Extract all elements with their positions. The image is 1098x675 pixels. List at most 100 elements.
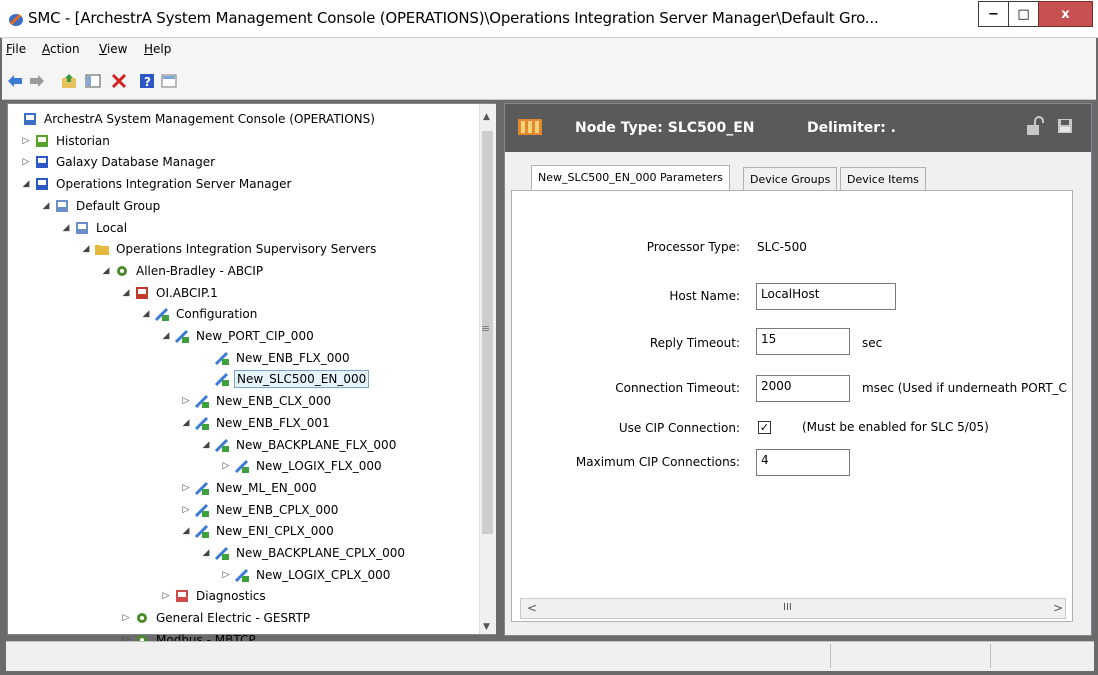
- collapse-arrow-icon[interactable]: ◢: [160, 331, 172, 341]
- tab-device-groups[interactable]: Device Groups: [743, 167, 838, 191]
- expand-arrow-icon[interactable]: ▷: [220, 461, 232, 471]
- expand-arrow-icon[interactable]: ▷: [180, 505, 192, 515]
- expand-arrow-icon[interactable]: ▷: [20, 157, 32, 167]
- expand-arrow-icon[interactable]: ▷: [120, 613, 132, 623]
- menu-view[interactable]: View: [99, 42, 127, 56]
- device-icon: [214, 437, 230, 453]
- node-type-icon: [518, 119, 542, 135]
- forward-arrow-icon[interactable]: [28, 72, 46, 90]
- close-button[interactable]: x: [1038, 1, 1093, 27]
- historian-icon: [34, 133, 50, 149]
- tree-item[interactable]: ◢ Configuration: [140, 303, 259, 325]
- tree-item[interactable]: ◢ Local: [60, 217, 129, 239]
- tree-item[interactable]: ▷ New_LOGIX_CPLX_000: [220, 564, 392, 586]
- tree-item[interactable]: ◢ Operations Integration Supervisory Serv…: [80, 238, 378, 260]
- collapse-arrow-icon[interactable]: ◢: [80, 244, 92, 254]
- tree-item[interactable]: ▷ Diagnostics: [160, 585, 268, 607]
- minimize-button[interactable]: −: [978, 1, 1008, 27]
- tree-item[interactable]: ▷ New_LOGIX_FLX_000: [220, 455, 384, 477]
- tree-item[interactable]: ◢ New_PORT_CIP_000: [160, 325, 316, 347]
- tree-item-label: New_ENB_FLX_000: [236, 350, 350, 365]
- collapse-arrow-icon[interactable]: ◢: [180, 418, 192, 428]
- tree-item[interactable]: ▷ New_ML_EN_000: [180, 477, 319, 499]
- reply-timeout-field[interactable]: 15: [756, 328, 850, 355]
- host-name-field[interactable]: LocalHost: [756, 283, 896, 310]
- tree-item[interactable]: ◢ New_BACKPLANE_CPLX_000: [200, 542, 407, 564]
- collapse-arrow-icon[interactable]: ◢: [20, 179, 32, 189]
- tab-parameters[interactable]: New_SLC500_EN_000 Parameters: [531, 165, 730, 192]
- tree-item[interactable]: ◢ Allen-Bradley - ABCIP: [100, 260, 265, 282]
- use-cip-checkbox[interactable]: ✓: [758, 421, 771, 434]
- toolbar: ?: [2, 60, 1096, 100]
- delete-icon[interactable]: [110, 72, 128, 90]
- tree-item[interactable]: ◢ OI.ABCIP.1: [120, 282, 220, 304]
- expand-arrow-icon[interactable]: ▷: [180, 483, 192, 493]
- node-type-label: Node Type: SLC500_EN: [575, 120, 755, 136]
- tree-item-label: Operations Integration Server Manager: [56, 177, 292, 192]
- tree-item-label: New_ENB_FLX_001: [216, 415, 330, 430]
- expand-arrow-icon[interactable]: ▷: [220, 570, 232, 580]
- collapse-arrow-icon[interactable]: ◢: [60, 223, 72, 233]
- tree-item[interactable]: ◢ New_BACKPLANE_FLX_000: [200, 434, 398, 456]
- save-icon[interactable]: [1057, 118, 1073, 134]
- tree-item[interactable]: ▷ General Electric - GESRTP: [120, 607, 312, 629]
- up-folder-icon[interactable]: [60, 72, 78, 90]
- device-icon: [194, 480, 210, 496]
- tree-item-label: Historian: [56, 133, 110, 148]
- help-icon[interactable]: ?: [138, 72, 156, 90]
- tree-item[interactable]: ◢ Operations Integration Server Manager: [20, 173, 294, 195]
- collapse-arrow-icon[interactable]: ◢: [40, 201, 52, 211]
- tree-item-label: New_PORT_CIP_000: [196, 329, 314, 343]
- properties-icon[interactable]: [160, 72, 178, 90]
- menu-help[interactable]: Help: [144, 42, 171, 56]
- scroll-up-arrow-icon[interactable]: ▲: [483, 112, 490, 122]
- collapse-arrow-icon[interactable]: ◢: [140, 309, 152, 319]
- scroll-down-arrow-icon[interactable]: ▼: [483, 622, 490, 632]
- collapse-arrow-icon[interactable]: ◢: [120, 288, 132, 298]
- group-icon: [54, 198, 70, 214]
- tree-item[interactable]: ▷ Galaxy Database Manager: [20, 151, 217, 173]
- tree-item-label: Operations Integration Supervisory Serve…: [116, 242, 377, 257]
- tree-item[interactable]: ◢ Default Group: [40, 195, 162, 217]
- expand-arrow-icon[interactable]: ▷: [180, 396, 192, 406]
- max-cip-connections-field[interactable]: 4: [756, 449, 850, 476]
- use-cip-label: Use CIP Connection:: [618, 421, 740, 435]
- tree-item[interactable]: ArchestrA System Management Console (OPE…: [8, 108, 377, 130]
- tree-item[interactable]: ▷ New_ENB_CLX_000: [180, 390, 333, 412]
- collapse-arrow-icon[interactable]: ◢: [200, 440, 212, 450]
- archestra-logo-icon: [9, 13, 23, 26]
- scroll-right-arrow-icon[interactable]: >: [1053, 601, 1063, 615]
- collapse-arrow-icon[interactable]: ◢: [180, 526, 192, 536]
- menu-action[interactable]: Action: [42, 42, 80, 56]
- tab-device-items[interactable]: Device Items: [840, 167, 926, 191]
- tree-item-label: General Electric - GESRTP: [156, 611, 311, 626]
- node-header: Node Type: SLC500_EN Delimiter: .: [505, 104, 1091, 152]
- tree-item-label: Allen-Bradley - ABCIP: [136, 263, 264, 278]
- menu-file[interactable]: File: [6, 42, 26, 56]
- expand-arrow-icon[interactable]: ▷: [160, 591, 172, 601]
- details-horizontal-scrollbar[interactable]: < III >: [520, 598, 1066, 619]
- collapse-arrow-icon[interactable]: ◢: [100, 266, 112, 276]
- scroll-left-arrow-icon[interactable]: <: [527, 601, 537, 615]
- tree-item[interactable]: New_ENB_FLX_000: [200, 347, 352, 369]
- processor-type-value: SLC-500: [757, 240, 807, 254]
- connection-timeout-field[interactable]: 2000: [756, 375, 850, 402]
- tree-item-label: New_ML_EN_000: [216, 480, 317, 495]
- back-arrow-icon[interactable]: [6, 72, 24, 90]
- tree-item[interactable]: New_SLC500_EN_000: [200, 368, 370, 390]
- tree-item[interactable]: ▷ New_ENB_CPLX_000: [180, 499, 340, 521]
- tree-item[interactable]: ◢ New_ENI_CPLX_000: [180, 520, 336, 542]
- expand-arrow-icon[interactable]: ▷: [20, 136, 32, 146]
- maximize-button[interactable]: □: [1008, 1, 1038, 27]
- folder-icon: [94, 241, 110, 257]
- show-hide-tree-icon[interactable]: [84, 72, 102, 90]
- tree-item[interactable]: ▷ Historian: [20, 130, 112, 152]
- tree-item-label: OI.ABCIP.1: [156, 285, 218, 300]
- use-cip-note: (Must be enabled for SLC 5/05): [802, 420, 989, 434]
- tree-item-label: New_ENI_CPLX_000: [216, 524, 334, 539]
- connection-timeout-label: Connection Timeout:: [615, 381, 740, 395]
- collapse-arrow-icon[interactable]: ◢: [200, 548, 212, 558]
- unlock-icon[interactable]: [1025, 116, 1045, 136]
- tree-item-label: New_ENB_CPLX_000: [216, 502, 339, 517]
- tree-item[interactable]: ◢ New_ENB_FLX_001: [180, 412, 332, 434]
